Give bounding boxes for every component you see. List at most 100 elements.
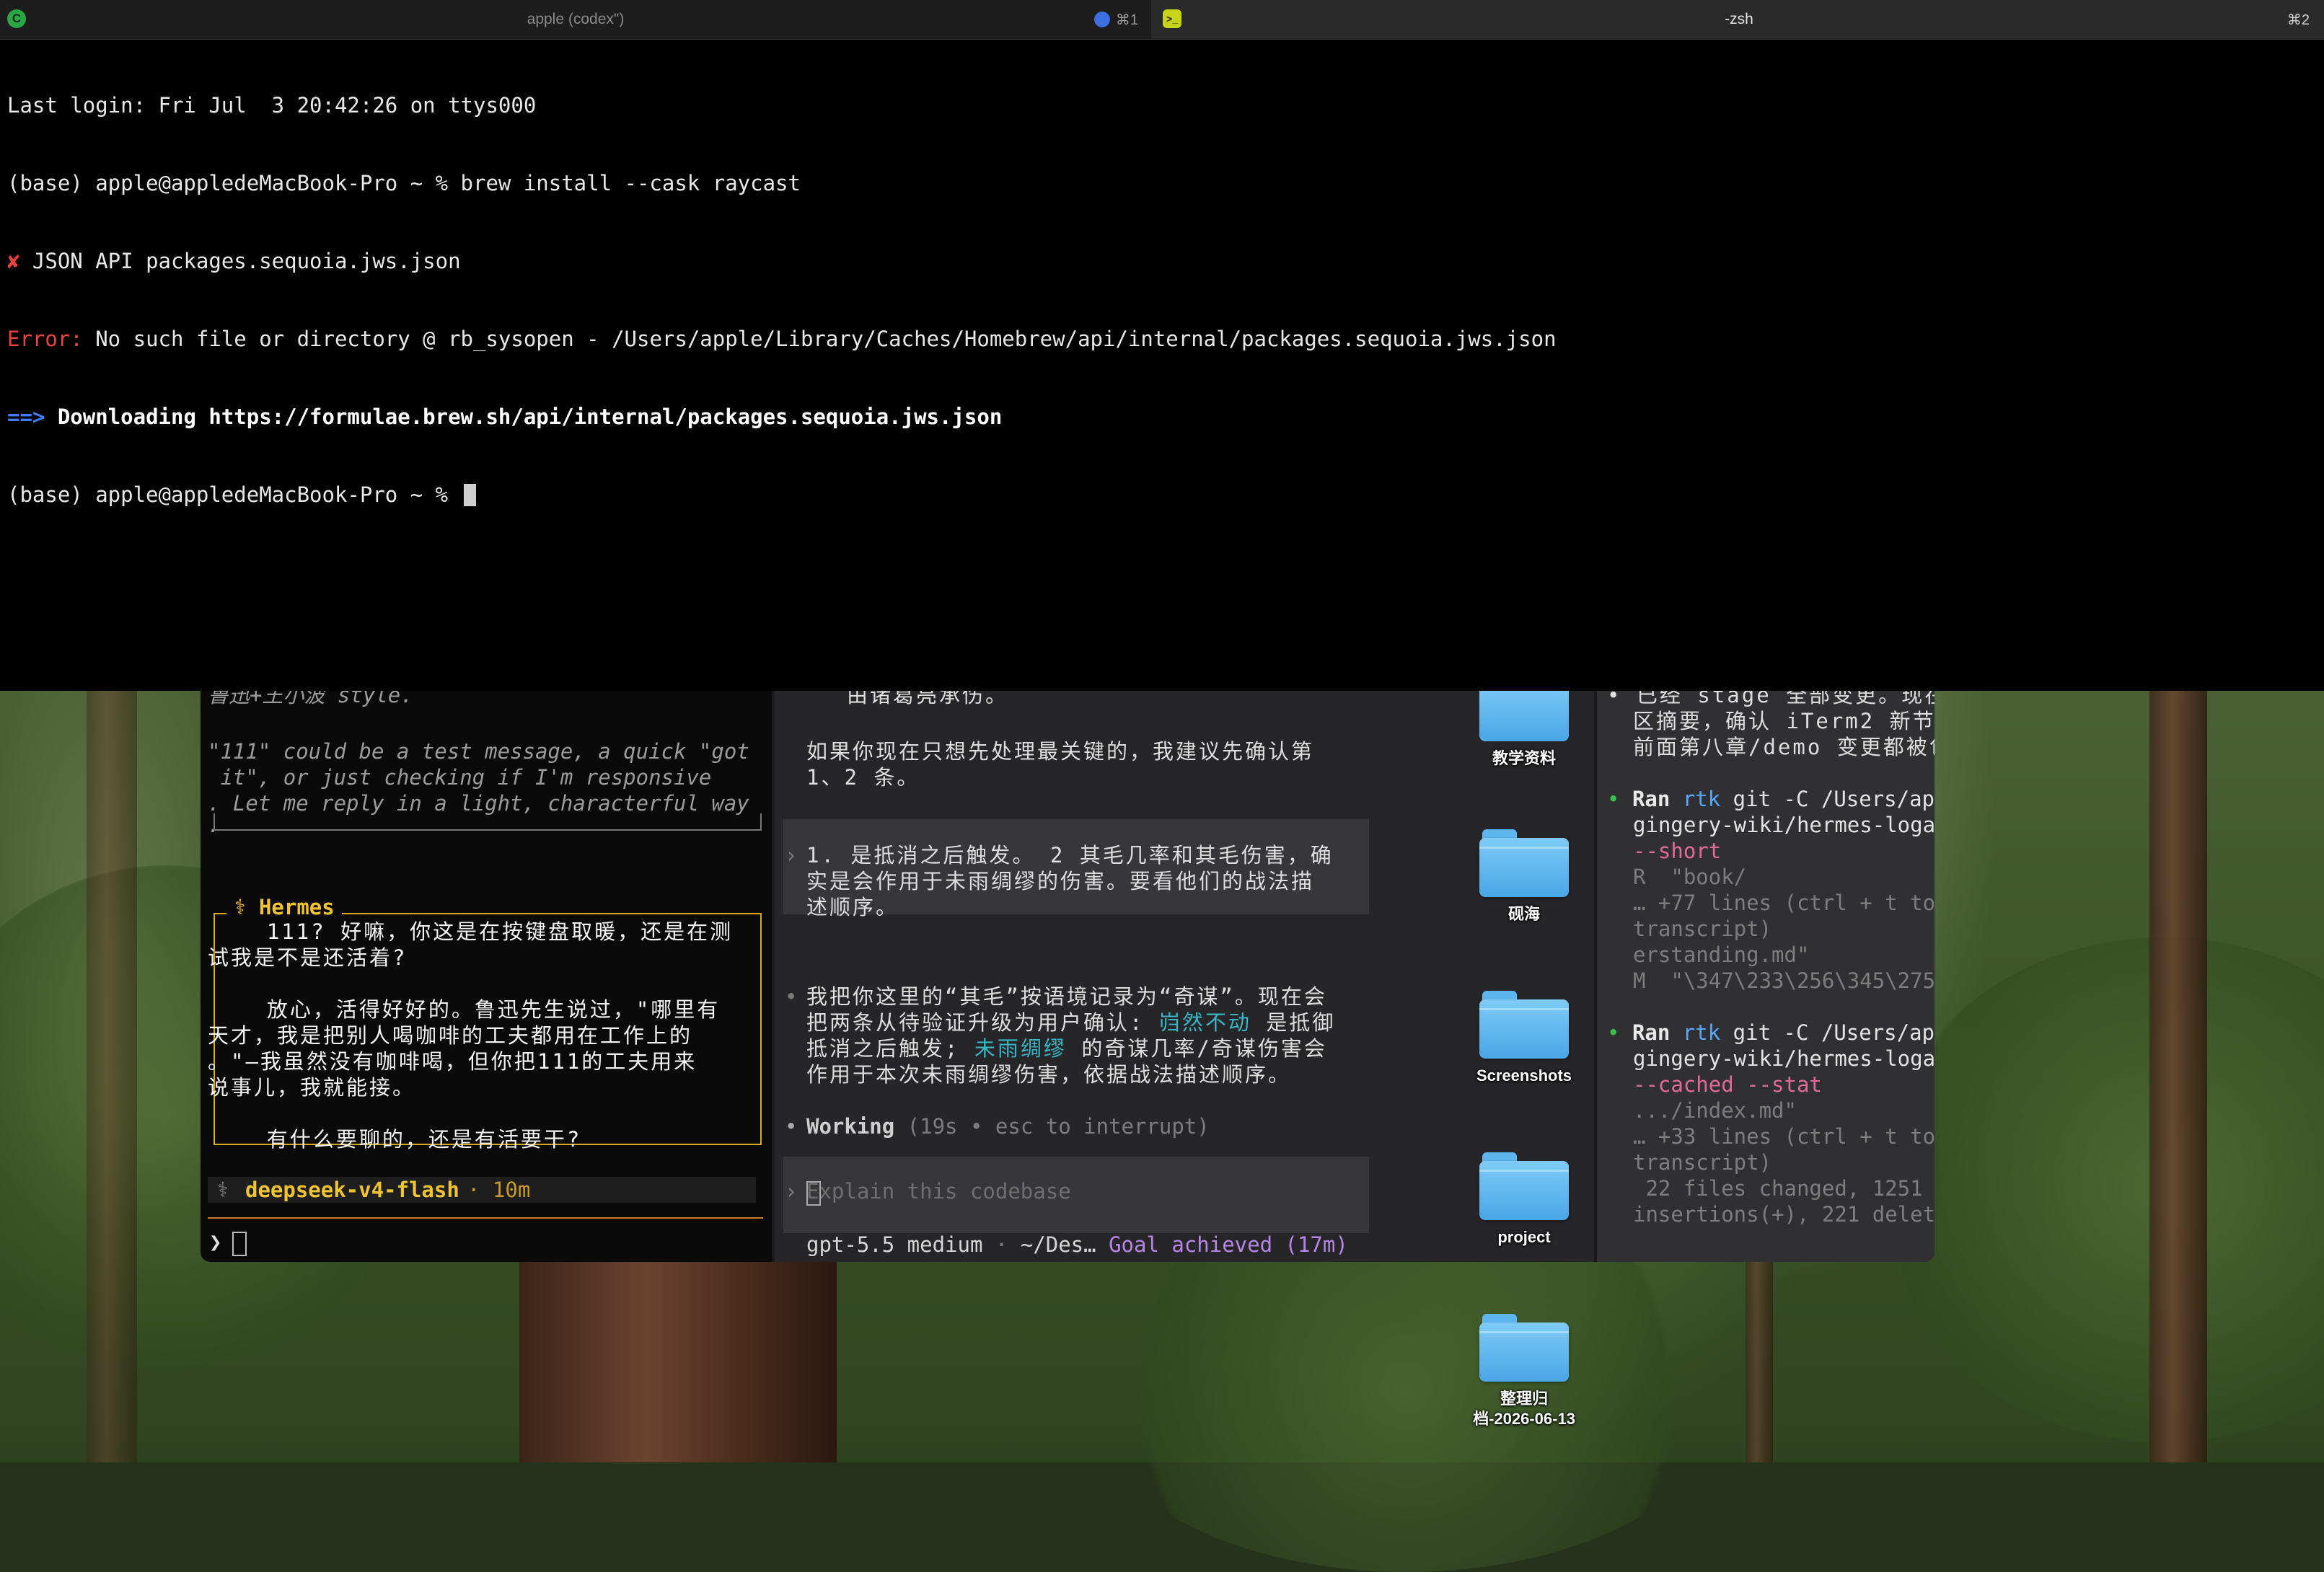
hermes-status-icon: ⚕ [216,1178,229,1202]
output-line: transcript) [1633,917,1772,941]
hermes-status-bar: ⚕ deepseek-v4-flash · 10m [208,1177,756,1203]
session-elapsed: · 10m [467,1178,531,1202]
desktop-folder[interactable]: project [1456,1152,1593,1248]
codex-app-icon: C [7,9,26,28]
tree-trunk [2149,691,2207,1462]
log-text: 前面第八章/demo 变更都被包含。 [1633,735,1935,759]
model-name: deepseek-v4-flash [245,1178,459,1202]
ran-line: • Ran rtk git -C /Users/apple/Desktop/ [1607,787,1935,811]
terminal-line: (base) apple@appledeMacBook-Pro ~ % brew… [7,171,801,195]
tab-title: -zsh [1725,11,1753,27]
tab-shortcut: ⌘1 [1115,12,1138,28]
hermes-thinking: "111" could be a test message, a quick "… [208,739,749,764]
terminal-prompt: (base) apple@appledeMacBook-Pro ~ % [7,482,1557,508]
folder-icon [1479,691,1569,741]
hermes-reply-line: 说事儿，我就能接。 [208,1075,416,1100]
codex-reply-line: 作用于本次未雨绸缪伤害，依据战法描述顺序。 [806,1062,1292,1087]
output-line: … +77 lines (ctrl + t to view [1633,891,1935,915]
input-arrow-icon: › [785,1179,798,1204]
hermes-text: 鲁迅+王小波 style. [208,691,413,707]
error-label: Error: [7,327,83,351]
folder-label: 教学资料 [1492,749,1556,767]
command-flag: --short [1633,839,1722,863]
folder-icon [1479,1314,1569,1382]
codex-text: 如果你现在只想先处理最关键的，我建议先确认第 [806,739,1315,764]
terminal-line: Error: No such file or directory @ rb_sy… [7,327,1557,351]
folder-label: 整理归 档-2026-06-13 [1473,1390,1575,1428]
hermes-reply-line: 。"—我虽然没有咖啡喝，但你把111的工夫用来 [208,1049,697,1074]
codex-input-placeholder[interactable]: Explain this codebase [806,1178,1071,1204]
hermes-reply-line: 有什么要聊的，还是有活要干? [208,1127,582,1152]
message-arrow-icon: › [785,843,798,867]
output-line: M "\347\233\256\345\275\225.md" [1633,968,1935,993]
tab-shortcut: ⌘2 [2286,12,2310,28]
folder-label: project [1497,1228,1551,1246]
user-message-line: 述顺序。 [806,895,899,919]
codex-log-pane[interactable]: • 已经 stage 全部变更。现在我看一下暂存 区摘要，确认 iTerm2 新… [1597,691,1935,1262]
iterm-bottom-window: 鲁迅+王小波 style. "111" could be a test mess… [201,691,1935,1262]
codex-reply-line: 我把你这里的“其毛”按语境记录为“奇谋”。现在会 [806,984,1327,1009]
terminal-icon: >_ [1163,9,1181,28]
tab-title: apple (codex") [527,11,625,27]
activity-dot-icon [1093,12,1110,27]
text-cursor [806,1181,821,1206]
hermes-caduceus-icon: ⚕ [234,895,247,919]
terminal-line: ✘ JSON API packages.sequoia.jws.json [7,249,461,273]
output-line: erstanding.md" [1633,942,1810,967]
folder-label: 砚海 [1507,905,1540,923]
user-message-line: 1. 是抵消之后触发。 2 其毛几率和其毛伤害，确 [806,843,1334,867]
hermes-name: Hermes [258,895,335,919]
desktop-folder[interactable]: Screenshots [1456,991,1593,1086]
output-line: .../index.md" [1633,1098,1797,1123]
codex-reply-line: 把两条从待验证升级为用户确认: 岿然不动 是抵御 [806,1010,1336,1035]
tab-codex[interactable]: C apple (codex") ⌘1 [0,0,1151,39]
working-status: Working (19s • esc to interrupt) [806,1114,1210,1139]
output-line: transcript) [1633,1150,1772,1175]
thinking-box-border [214,813,762,831]
hermes-reply-line: 试我是不是还活着? [208,945,408,970]
hermes-header: ⚕ Hermes [226,894,342,920]
desktop-folder[interactable]: 教学资料 [1456,691,1593,769]
prompt-chevron-icon: ❯ [209,1229,222,1254]
folder-label: Screenshots [1476,1067,1572,1085]
output-line: insertions(+), 221 deletions(-) [1633,1202,1935,1227]
log-text: • 已经 stage 全部变更。现在我看一下暂存 [1607,691,1935,707]
desktop-folder[interactable]: 砚海 [1456,829,1593,924]
hermes-input[interactable] [232,1232,247,1256]
command-line: gingery-wiki/hermes-logamee status [1633,813,1935,837]
bullet: • [785,984,798,1009]
output-line: R "book/ [1633,865,1747,889]
tree-trunk [519,1255,837,1462]
hermes-thinking: . Let me reply in a light, characterful … [208,791,749,816]
output-line: … +33 lines (ctrl + t to view [1633,1124,1935,1149]
log-text: 区摘要，确认 iTerm2 新节、目录重命名和 [1633,709,1935,733]
hermes-pane[interactable]: 鲁迅+王小波 style. "111" could be a test mess… [201,691,772,1262]
error-x-icon: ✘ [7,249,20,273]
user-message-line: 实是会作用于未雨绸缪的伤害。要看他们的战法描 [806,869,1315,893]
terminal-line: ==> Downloading https://formulae.brew.sh… [7,405,1003,429]
codex-footer: gpt-5.5 medium · ~/Des… Goal achieved (1… [806,1232,1348,1257]
codex-reply-line: 抵消之后触发; 未雨绸缪 的奇谋几率/奇谋伤害会 [806,1036,1327,1061]
folder-icon [1479,1152,1569,1220]
arrow-marker: ==> [7,405,45,429]
codex-text: 1、2 条。 [806,765,920,790]
tab-zsh[interactable]: >_ -zsh ⌘2 [1154,0,2324,39]
output-line: 22 files changed, 1251 [1633,1176,1923,1201]
ran-line: • Ran rtk git -C /Users/apple/Desktop/ [1607,1020,1935,1045]
success-dot-icon: • [1607,1020,1620,1045]
desktop-folder[interactable]: 整理归 档-2026-06-13 [1443,1314,1606,1429]
folder-icon [1479,829,1569,897]
success-dot-icon: • [1607,787,1620,811]
input-separator [208,1217,763,1219]
hermes-reply-line: 天才，我是把别人喝咖啡的工夫都用在工作上的 [208,1023,693,1048]
terminal-line: Last login: Fri Jul 3 20:42:26 on ttys00… [7,93,537,118]
hermes-reply-line: 放心，活得好好的。鲁迅先生说过，"哪里有 [208,997,721,1022]
tab-bar: C apple (codex") ⌘1 >_ -zsh ⌘2 [0,0,2324,40]
iterm-top-window: C apple (codex") ⌘1 >_ -zsh ⌘2 Last logi… [0,0,2324,691]
terminal-output[interactable]: Last login: Fri Jul 3 20:42:26 on ttys00… [7,40,1557,560]
hermes-thinking: it", or just checking if I'm responsive [208,765,712,790]
hermes-reply-line: 111? 好嘛，你这是在按键盘取暖，还是在测 [208,919,734,944]
tab-activity: ⌘1 [1093,0,1138,39]
command-line: gingery-wiki/hermes-logamee diff [1633,1046,1935,1071]
codex-text: 由诸葛亮承伤。 [847,691,1009,707]
